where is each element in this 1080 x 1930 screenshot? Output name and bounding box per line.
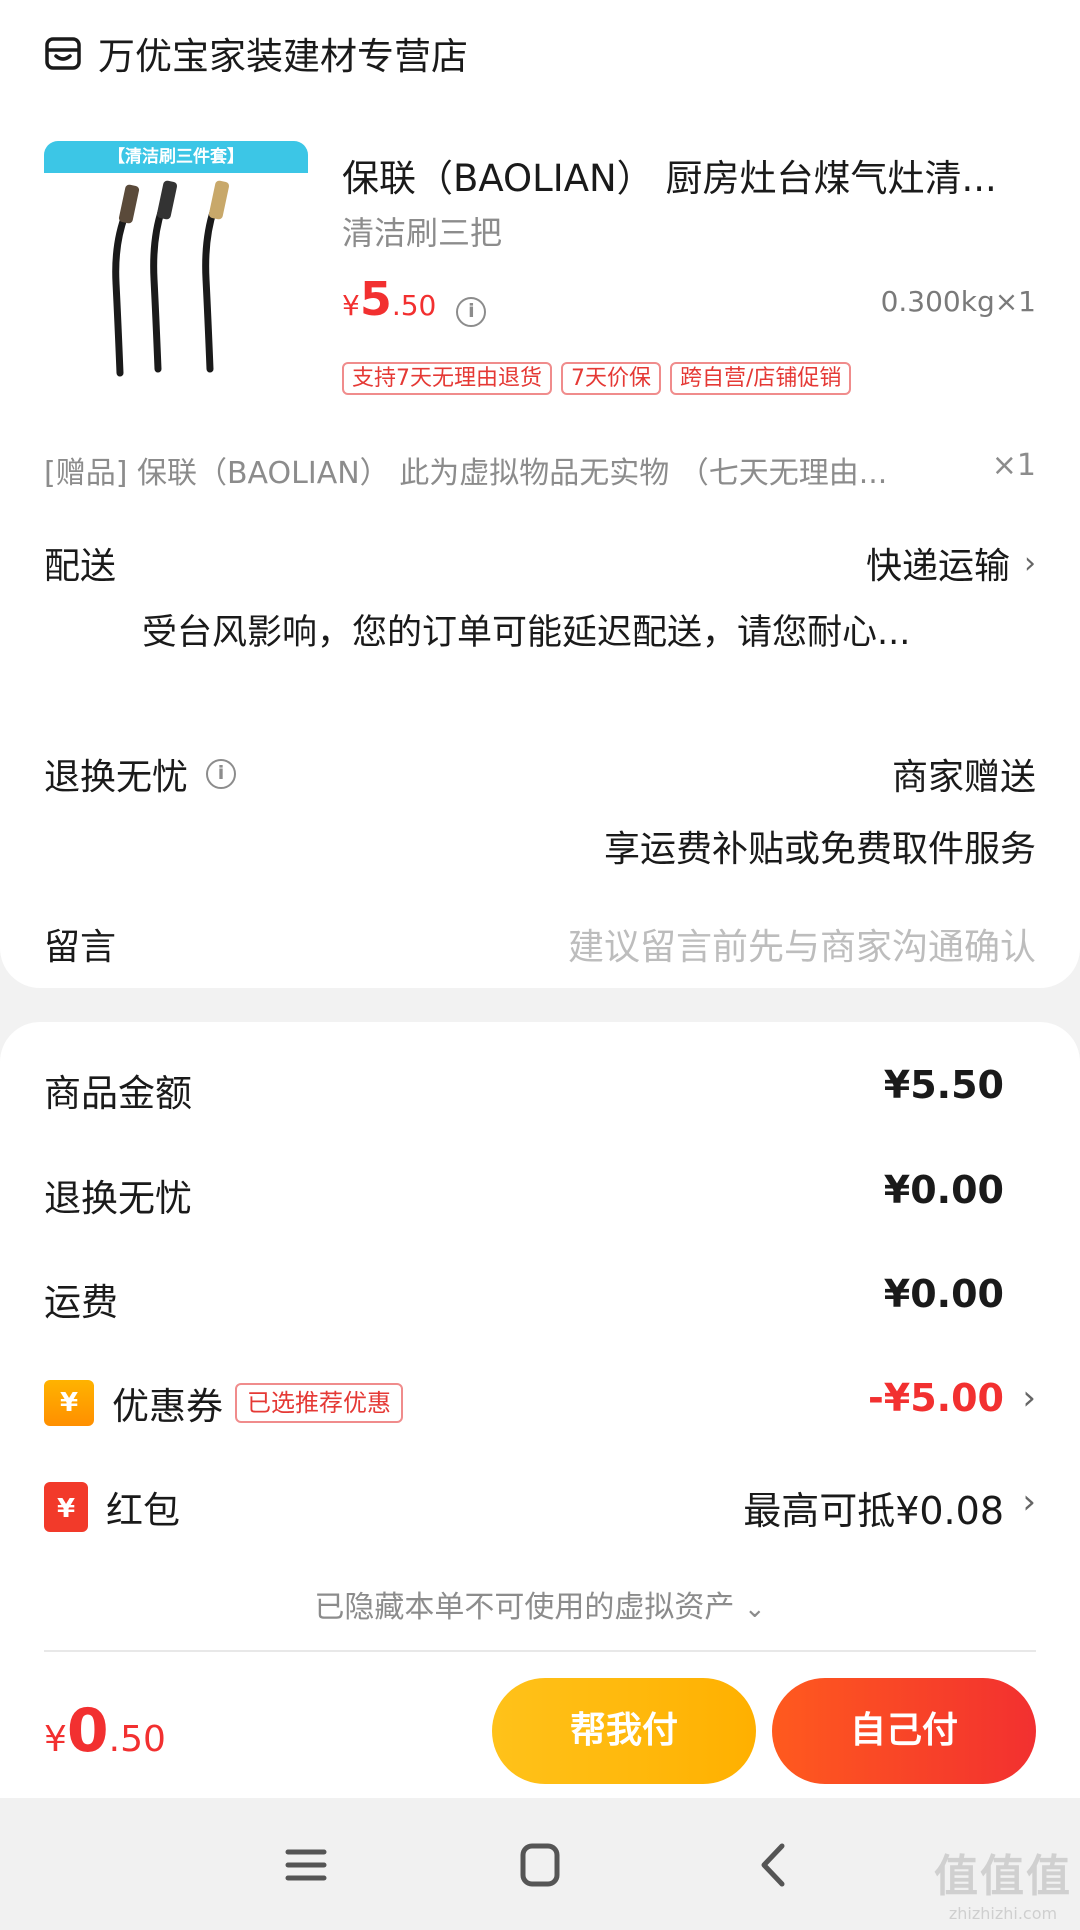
divider <box>44 1650 1036 1652</box>
delivery-notice[interactable]: 受台风影响，您的订单可能延迟配送，请您耐心... <box>142 604 992 655</box>
order-card: 万优宝家装建材专营店 【清洁刷三件套】 保联（BAOLIAN） 厨房灶台煤气灶清… <box>0 0 1080 988</box>
return-service-row: 退换无忧 i <box>44 748 237 800</box>
coupon-icon: ¥ <box>44 1380 94 1426</box>
coupon-row[interactable]: ¥ 优惠券 已选推荐优惠 <box>44 1376 403 1430</box>
site-watermark: 值值值 zhizhizhi.com <box>934 1840 1072 1923</box>
brush-illustration <box>112 180 230 377</box>
red-packet-row[interactable]: ¥ 红包 <box>44 1480 180 1534</box>
watermark-url: zhizhizhi.com <box>948 1904 1058 1923</box>
chevron-right-icon[interactable]: › <box>1022 1378 1036 1418</box>
price-integer: 5 <box>359 272 392 326</box>
gift-row[interactable]: [赠品] 保联（BAOLIAN） 此为虚拟物品无实物 （七天无理由... ×1 <box>44 448 1036 492</box>
total-price: ¥ 0 .50 <box>44 1696 166 1766</box>
info-icon[interactable]: i <box>456 297 487 327</box>
summary-card <box>0 1022 1080 1662</box>
total-currency: ¥ <box>44 1719 67 1760</box>
service-tags: 支持7天无理由退货 7天价保 跨自营/店铺促销 <box>342 362 860 395</box>
store-icon <box>45 37 81 70</box>
help-me-pay-button[interactable]: 帮我付 <box>492 1678 756 1784</box>
tag-promotion: 跨自营/店铺促销 <box>670 362 852 395</box>
return-service-value: 商家赠送 <box>891 757 1036 798</box>
product-spec: 清洁刷三把 <box>342 214 503 252</box>
store-header[interactable]: 万优宝家装建材专营店 <box>44 28 468 78</box>
chevron-down-icon: ⌄ <box>743 1594 766 1624</box>
return-fee-value: ¥0.00 <box>883 1168 1004 1212</box>
shipping-value: ¥0.00 <box>883 1272 1004 1316</box>
price-currency: ¥ <box>342 289 360 322</box>
message-input[interactable]: 建议留言前先与商家沟通确认 <box>568 918 1036 970</box>
return-fee-label: 退换无忧 <box>44 1177 192 1220</box>
product-title[interactable]: 保联（BAOLIAN） 厨房灶台煤气灶清... <box>342 148 1042 202</box>
system-nav-bar <box>0 1798 1080 1930</box>
coupon-label: 优惠券 <box>112 1385 223 1428</box>
return-service-sub: 享运费补贴或免费取件服务 <box>603 829 1036 870</box>
pay-myself-button[interactable]: 自己付 <box>772 1678 1036 1784</box>
home-icon[interactable] <box>510 1838 570 1892</box>
gift-text: [赠品] 保联（BAOLIAN） 此为虚拟物品无实物 （七天无理由... <box>44 456 888 491</box>
product-weight-qty: 0.300kg×1 <box>880 285 1036 318</box>
shipping-label: 运费 <box>44 1281 118 1324</box>
info-icon[interactable]: i <box>206 759 237 789</box>
message-label: 留言 <box>44 927 117 968</box>
hidden-assets-toggle[interactable]: 已隐藏本单不可使用的虚拟资产 ⌄ <box>0 1582 1080 1626</box>
product-image[interactable]: 【清洁刷三件套】 <box>44 141 308 406</box>
goods-amount-label: 商品金额 <box>44 1072 192 1115</box>
total-decimal: .50 <box>108 1719 166 1760</box>
delivery-selector[interactable]: 快递运输 › <box>866 537 1036 589</box>
red-packet-icon: ¥ <box>44 1482 88 1532</box>
tag-price-protect: 7天价保 <box>561 362 661 395</box>
delivery-label: 配送 <box>44 546 117 587</box>
hidden-assets-text: 已隐藏本单不可使用的虚拟资产 <box>314 1590 735 1625</box>
goods-amount-value: ¥5.50 <box>883 1063 1004 1107</box>
total-integer: 0 <box>66 1696 109 1766</box>
product-price: ¥ 5 .50 i <box>342 272 487 327</box>
tag-7day-return: 支持7天无理由退货 <box>342 362 552 395</box>
chevron-right-icon: › <box>1024 545 1036 581</box>
chevron-right-icon[interactable]: › <box>1022 1482 1036 1522</box>
price-decimal: .50 <box>391 289 437 322</box>
back-icon[interactable] <box>744 1838 804 1892</box>
coupon-badge: 已选推荐优惠 <box>235 1383 403 1423</box>
gift-qty: ×1 <box>991 448 1036 483</box>
product-image-banner: 【清洁刷三件套】 <box>44 141 308 173</box>
delivery-value: 快递运输 <box>865 546 1010 587</box>
coupon-value[interactable]: -¥5.00 <box>868 1376 1004 1420</box>
red-packet-label: 红包 <box>106 1489 180 1532</box>
watermark-logo: 值值值 <box>934 1851 1072 1902</box>
return-service-label: 退换无忧 <box>44 757 189 798</box>
menu-icon[interactable] <box>276 1838 336 1892</box>
store-name: 万优宝家装建材专营店 <box>98 35 468 78</box>
red-packet-value[interactable]: 最高可抵¥0.08 <box>743 1480 1004 1535</box>
